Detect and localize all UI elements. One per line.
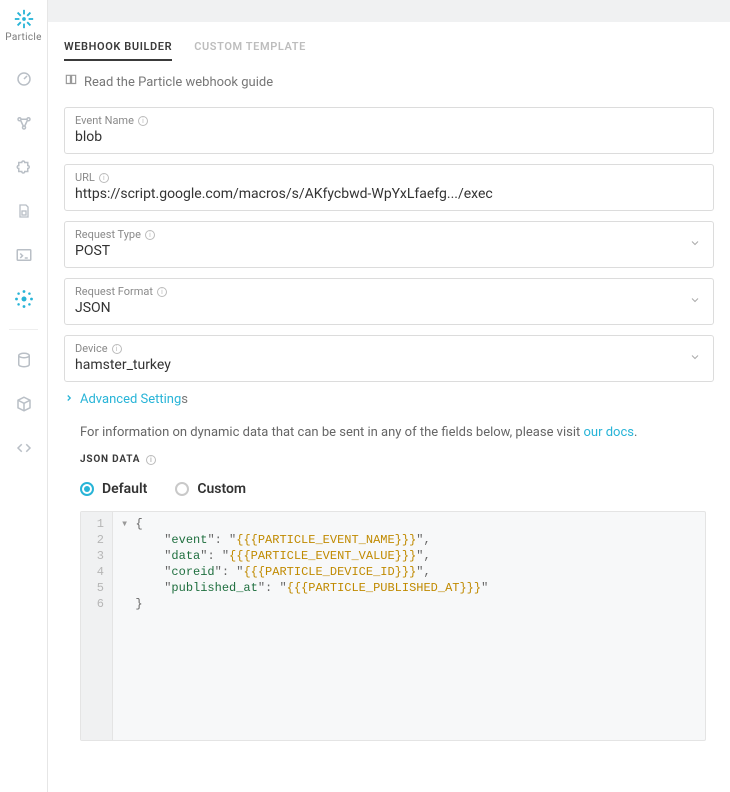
info-icon[interactable]: i bbox=[112, 344, 122, 354]
brand-logo[interactable]: Particle bbox=[5, 8, 41, 43]
gauge-icon bbox=[15, 70, 33, 88]
particle-spark-icon bbox=[13, 8, 35, 30]
editor-gutter: 123456 bbox=[81, 512, 113, 740]
brand-name: Particle bbox=[5, 32, 41, 43]
field-event-name[interactable]: Event Name i bbox=[64, 107, 714, 154]
sidebar-item-team[interactable] bbox=[8, 388, 40, 420]
field-request-type[interactable]: Request Type i bbox=[64, 221, 714, 268]
sidebar-item-sim[interactable] bbox=[8, 195, 40, 227]
radio-icon bbox=[80, 482, 94, 496]
info-icon[interactable]: i bbox=[157, 287, 167, 297]
sidebar-item-ide[interactable] bbox=[8, 432, 40, 464]
field-request-format[interactable]: Request Format i bbox=[64, 278, 714, 325]
chevron-down-icon bbox=[689, 294, 701, 310]
field-request-format-label: Request Format i bbox=[75, 285, 703, 298]
json-data-title: JSON DATA i bbox=[64, 454, 714, 465]
sidebar-separator bbox=[9, 329, 37, 330]
radio-icon bbox=[175, 482, 189, 496]
event-name-input[interactable] bbox=[75, 129, 703, 145]
sidebar-item-console[interactable] bbox=[8, 63, 40, 95]
chevron-right-icon bbox=[64, 392, 74, 407]
docs-link[interactable]: our docs bbox=[584, 425, 634, 440]
sidebar-item-products[interactable] bbox=[8, 151, 40, 183]
chevron-down-icon bbox=[689, 351, 701, 367]
device-select[interactable] bbox=[75, 357, 703, 373]
nodes-icon bbox=[15, 114, 33, 132]
cube-icon bbox=[15, 395, 33, 413]
info-icon[interactable]: i bbox=[145, 230, 155, 240]
field-url-label: URL i bbox=[75, 171, 703, 184]
sim-card-icon bbox=[16, 202, 32, 220]
cylinder-icon bbox=[15, 351, 33, 369]
field-device[interactable]: Device i bbox=[64, 335, 714, 382]
info-icon[interactable]: i bbox=[99, 173, 109, 183]
field-device-label: Device i bbox=[75, 342, 703, 355]
app-sidebar: Particle bbox=[0, 0, 48, 792]
tab-custom-template[interactable]: CUSTOM TEMPLATE bbox=[194, 40, 306, 61]
content-area: WEBHOOK BUILDER CUSTOM TEMPLATE Read the… bbox=[48, 22, 730, 792]
info-icon[interactable]: i bbox=[146, 455, 156, 465]
url-input[interactable] bbox=[75, 186, 703, 202]
integrations-spark-icon bbox=[14, 289, 34, 309]
sidebar-item-integrations[interactable] bbox=[8, 283, 40, 315]
tab-bar: WEBHOOK BUILDER CUSTOM TEMPLATE bbox=[64, 22, 714, 73]
terminal-icon bbox=[15, 246, 33, 264]
chevron-down-icon bbox=[689, 237, 701, 253]
guide-link[interactable]: Read the Particle webhook guide bbox=[64, 73, 714, 91]
code-brackets-icon bbox=[15, 439, 33, 457]
request-format-select[interactable] bbox=[75, 300, 703, 316]
tab-webhook-builder[interactable]: WEBHOOK BUILDER bbox=[64, 40, 172, 61]
window-topbar bbox=[48, 0, 730, 22]
json-data-mode: Default Custom bbox=[64, 481, 714, 497]
json-editor[interactable]: 123456 ▾ { "event": "{{{PARTICLE_EVENT_N… bbox=[80, 511, 706, 741]
editor-code[interactable]: ▾ { "event": "{{{PARTICLE_EVENT_NAME}}}"… bbox=[113, 512, 705, 740]
info-icon[interactable]: i bbox=[138, 116, 148, 126]
field-url[interactable]: URL i bbox=[64, 164, 714, 211]
main-panel: WEBHOOK BUILDER CUSTOM TEMPLATE Read the… bbox=[48, 0, 730, 792]
puzzle-icon bbox=[15, 158, 33, 176]
sidebar-item-events[interactable] bbox=[8, 239, 40, 271]
book-icon bbox=[64, 73, 78, 91]
sidebar-item-devices[interactable] bbox=[8, 107, 40, 139]
advanced-settings-toggle[interactable]: Advanced Settings bbox=[64, 392, 714, 407]
sidebar-item-billing[interactable] bbox=[8, 344, 40, 376]
guide-link-text: Read the Particle webhook guide bbox=[84, 75, 273, 90]
radio-default[interactable]: Default bbox=[80, 481, 147, 497]
field-event-name-label: Event Name i bbox=[75, 114, 703, 127]
request-type-select[interactable] bbox=[75, 243, 703, 259]
dynamic-data-info: For information on dynamic data that can… bbox=[64, 425, 714, 440]
radio-custom[interactable]: Custom bbox=[175, 481, 246, 497]
field-request-type-label: Request Type i bbox=[75, 228, 703, 241]
